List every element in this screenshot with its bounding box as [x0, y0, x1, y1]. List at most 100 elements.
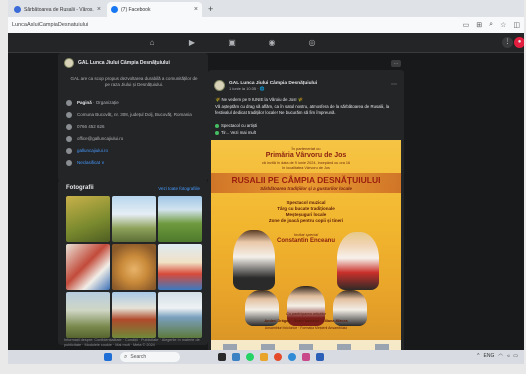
poster-date-line: vă invită în data de 9 iunie 2024, încep… — [261, 161, 351, 165]
store-icon[interactable] — [302, 353, 310, 361]
search-placeholder: Search — [130, 354, 147, 360]
close-tab-icon[interactable]: × — [194, 6, 198, 13]
email-icon — [66, 135, 72, 142]
page-header: GAL Lunca Jiului Câmpia Desnățuiului — [58, 56, 208, 70]
poster-program-item: Meșteșuguri locale — [285, 212, 327, 217]
location-icon — [66, 111, 72, 118]
post-text-line: Tir... Vezi mai mult — [215, 130, 397, 136]
special-guest-label: Invitat special — [293, 232, 319, 237]
intro-description: GAL are ca scop propus dezvoltarea durab… — [70, 76, 198, 87]
video-icon[interactable]: ▶ — [186, 37, 198, 49]
info-value: 0766 452 626 — [77, 124, 105, 129]
info-email: office@galluncajiului.ro — [66, 134, 206, 143]
web-icon — [66, 147, 72, 154]
task-view-icon[interactable] — [218, 353, 226, 361]
right-empty-area — [404, 53, 524, 364]
screen-icon[interactable]: ▭ — [463, 21, 470, 29]
marketplace-icon[interactable]: ▣ — [226, 37, 238, 49]
whatsapp-icon[interactable] — [246, 353, 254, 361]
info-value: · Organizație — [91, 100, 119, 105]
poster-note: Ansambluri folclorice · Formația Meșteri… — [264, 326, 348, 330]
battery-icon[interactable]: ▭ — [513, 353, 518, 359]
tab-facebook[interactable]: (7) Facebook × — [107, 2, 202, 17]
edge-icon[interactable] — [288, 353, 296, 361]
info-label: Pagină — [77, 100, 92, 105]
green-dot-icon — [215, 130, 219, 135]
photo-thumbnail[interactable] — [158, 244, 202, 290]
word-icon[interactable] — [316, 353, 324, 361]
post-text: Spectacol cu artiști — [221, 123, 258, 128]
photo-thumbnail[interactable] — [112, 292, 156, 338]
poster-place-line: în localitatea Vârvoru de Jos — [282, 166, 330, 170]
see-more-link[interactable]: Tir... Vezi mai mult — [221, 130, 256, 135]
tab-rusalii[interactable]: Sărbătoarea de Rusalii - Văros... × — [10, 2, 105, 17]
address-bar[interactable]: LuncaAsluiCampiaDesnatuiului ▭ ⊞ ⌕ ☆ ◫ — [8, 17, 524, 33]
photo-background: Sărbătoarea de Rusalii - Văros... × (7) … — [0, 0, 526, 374]
poster-partner-label: În parteneriat cu — [291, 146, 321, 151]
tab-title: Sărbătoarea de Rusalii - Văros... — [24, 6, 94, 13]
page-name[interactable]: GAL Lunca Jiului Câmpia Desnățuiului — [78, 60, 170, 66]
photo-thumbnail[interactable] — [66, 196, 110, 242]
post-header: GAL Lunca Jiului Câmpia Desnățuiului 1 i… — [214, 80, 317, 91]
search-icon: ⌕ — [124, 353, 128, 360]
page-avatar[interactable] — [64, 58, 74, 68]
post-author-avatar[interactable] — [214, 80, 225, 91]
more-icon — [66, 159, 72, 166]
home-icon[interactable]: ⌂ — [146, 37, 158, 49]
widgets-icon[interactable] — [232, 353, 240, 361]
language-indicator[interactable]: ENG — [484, 353, 495, 359]
notifications-icon[interactable]: ● — [514, 37, 524, 48]
zoom-icon[interactable]: ⌕ — [489, 21, 493, 29]
photo-thumbnail[interactable] — [158, 292, 202, 338]
taskbar-search[interactable]: ⌕ Search — [120, 352, 180, 362]
windows-taskbar: ⌕ Search ^ ENG ◠ ◃ ▭ — [8, 350, 524, 364]
url-text[interactable]: LuncaAsluiCampiaDesnatuiului — [12, 22, 456, 28]
photo-thumbnail[interactable] — [66, 244, 110, 290]
artists-list: Andrei Drăgan · Sorin Ionescu · Liliana … — [264, 319, 348, 323]
menu-grid-icon[interactable]: ⋮ — [502, 37, 513, 48]
page-icon — [66, 99, 72, 106]
footer-links[interactable]: Informații despre: Confidențialitate · C… — [64, 338, 204, 348]
poster-program-item: Zone de joacă pentru copii și tineri — [268, 218, 344, 223]
photos-heading: Fotografii — [66, 185, 94, 191]
tray-overflow-icon[interactable]: ^ — [477, 353, 479, 359]
info-value: office@galluncajiului.ro — [77, 136, 124, 141]
post-text-line: 🌾 Ne vedem pe 9 IUNIE la Văroiu de Jos! … — [215, 97, 304, 102]
photo-thumbnail[interactable] — [158, 196, 202, 242]
windows-start-icon[interactable] — [104, 353, 112, 361]
system-tray: ^ ENG ◠ ◃ ▭ — [477, 353, 518, 359]
info-website[interactable]: galluncajiului.ro — [66, 146, 206, 155]
photo-thumbnail[interactable] — [112, 196, 156, 242]
new-tab-button[interactable]: + — [208, 2, 213, 17]
poster-title: RUSALII PE CÂMPIA DESNĂȚUIULUI — [231, 175, 381, 185]
poster-program-item: Târg cu bucate tradiționale — [277, 206, 335, 211]
favicon-icon — [14, 6, 21, 13]
wifi-icon[interactable]: ◠ — [498, 353, 502, 359]
post-author[interactable]: GAL Lunca Jiului Câmpia Desnățuiului — [229, 81, 317, 86]
photo-thumbnail[interactable] — [66, 292, 110, 338]
favorite-star-icon[interactable]: ☆ — [500, 21, 506, 29]
info-value[interactable]: galluncajiului.ro — [77, 148, 108, 153]
facebook-top-bar: ⌂ ▶ ▣ ◉ ◎ ⋮ ● — [8, 33, 524, 53]
groups-icon[interactable]: ◉ — [266, 37, 278, 49]
gaming-icon[interactable]: ◎ — [306, 37, 318, 49]
see-all-photos-link[interactable]: Vezi toate fotografiile — [158, 186, 200, 191]
close-tab-icon[interactable]: × — [97, 6, 101, 13]
green-dot-icon — [215, 123, 219, 128]
poster-subtitle: Sărbătoarea tradițiilor și a gusturilor … — [260, 186, 352, 191]
info-phone: 0766 452 626 — [66, 122, 206, 131]
post-options-icon[interactable]: ⋯ — [391, 81, 397, 88]
reader-icon[interactable]: ⊞ — [476, 21, 482, 29]
volume-icon[interactable]: ◃ — [507, 353, 510, 359]
info-more[interactable]: Neclasificat ∨ — [66, 158, 206, 167]
file-explorer-icon[interactable] — [260, 353, 268, 361]
post-date[interactable]: 1 iunie la 10:35 · 🌐 — [229, 86, 317, 91]
chrome-icon[interactable] — [274, 353, 282, 361]
info-value[interactable]: Neclasificat ∨ — [77, 160, 105, 166]
more-options-button[interactable]: … — [391, 60, 401, 67]
info-value: Comuna Bucovăț, nr. 308, județul Dolj, B… — [77, 112, 192, 117]
info-address: Comuna Bucovăț, nr. 308, județul Dolj, B… — [66, 110, 206, 119]
event-poster-image[interactable]: În parteneriat cu Primăria Vârvoru de Jo… — [211, 140, 401, 355]
photo-thumbnail[interactable] — [112, 244, 156, 290]
extensions-icon[interactable]: ◫ — [513, 21, 520, 29]
